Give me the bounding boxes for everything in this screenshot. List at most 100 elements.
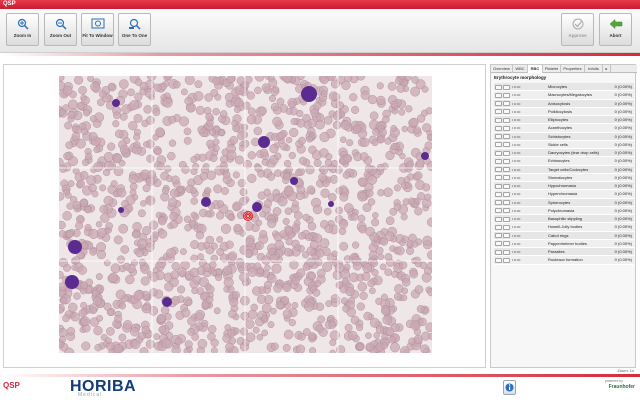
tab-properties[interactable]: Properties	[561, 65, 585, 73]
red-blood-cell	[288, 151, 296, 160]
increment-button[interactable]	[503, 175, 510, 181]
red-blood-cell	[357, 281, 367, 292]
morphology-name: Dacryocytes (tear drop cells)	[548, 150, 599, 155]
decrement-button[interactable]	[495, 233, 502, 238]
decrement-button[interactable]	[495, 158, 502, 164]
decrement-button[interactable]	[495, 224, 502, 230]
decrement-button[interactable]	[495, 208, 502, 214]
decrement-button[interactable]	[495, 216, 502, 222]
increment-button[interactable]	[503, 92, 510, 98]
blood-smear-image[interactable]	[59, 76, 432, 353]
grade-selector[interactable]: • •• •••	[512, 182, 521, 190]
red-blood-cell	[372, 212, 379, 219]
increment-button[interactable]	[503, 257, 510, 263]
increment-button[interactable]	[503, 183, 510, 189]
decrement-button[interactable]	[495, 257, 502, 263]
decrement-button[interactable]	[495, 183, 502, 189]
info-button[interactable]	[503, 380, 516, 395]
one-to-one-button[interactable]: One To One	[118, 13, 151, 46]
increment-button[interactable]	[503, 134, 510, 139]
grade-selector[interactable]: • •• •••	[512, 166, 521, 174]
grade-selector[interactable]: • •• •••	[512, 157, 521, 165]
tab-rbc[interactable]: RBC	[528, 65, 543, 73]
tab-infoits[interactable]: Infoits	[585, 65, 603, 73]
increment-button[interactable]	[503, 208, 510, 214]
decrement-button[interactable]	[495, 191, 502, 197]
increment-button[interactable]	[503, 117, 510, 123]
grade-selector[interactable]: • •• •••	[512, 190, 521, 198]
increment-button[interactable]	[503, 224, 510, 230]
grade-selector[interactable]: • •• •••	[512, 199, 521, 207]
increment-button[interactable]	[503, 249, 510, 255]
approve-button[interactable]: Approve	[561, 13, 594, 46]
increment-button[interactable]	[503, 125, 510, 131]
increment-button[interactable]	[503, 150, 510, 156]
increment-button[interactable]	[503, 191, 510, 197]
red-blood-cell	[340, 136, 347, 143]
grade-selector[interactable]: • •• •••	[512, 248, 521, 256]
grade-selector[interactable]: • •• •••	[512, 174, 521, 182]
decrement-button[interactable]	[495, 175, 502, 181]
decrement-button[interactable]	[495, 92, 502, 98]
decrement-button[interactable]	[495, 241, 502, 247]
list-item: • •• ••• Polychromasia 0 (0.00%)	[494, 206, 634, 215]
decrement-button[interactable]	[495, 249, 502, 255]
grade-selector[interactable]: • •• •••	[512, 215, 521, 223]
red-blood-cell	[390, 125, 398, 132]
morphology-name: Elliptocytes	[548, 117, 569, 122]
tab-scroll-right[interactable]: ▸	[603, 65, 611, 73]
red-blood-cell	[227, 213, 234, 221]
grade-selector[interactable]: • •• •••	[512, 223, 521, 231]
slide-viewer[interactable]	[3, 64, 486, 368]
grade-selector[interactable]: • •• •••	[512, 100, 521, 108]
decrement-button[interactable]	[495, 117, 502, 123]
increment-button[interactable]	[503, 200, 510, 205]
grade-selector[interactable]: • •• •••	[512, 232, 521, 240]
grade-selector[interactable]: • •• •••	[512, 141, 521, 149]
red-blood-cell	[225, 342, 235, 352]
grade-selector[interactable]: • •• •••	[512, 207, 521, 215]
grade-selector[interactable]: • •• •••	[512, 108, 521, 116]
increment-button[interactable]	[503, 216, 510, 222]
grade-selector[interactable]: • •• •••	[512, 256, 521, 264]
decrement-button[interactable]	[495, 150, 502, 156]
grade-selector[interactable]: • •• •••	[512, 116, 521, 124]
grade-selector[interactable]: • •• •••	[512, 124, 521, 132]
abort-button[interactable]: Abort	[599, 13, 632, 46]
fit-to-window-button[interactable]: Fit To Window	[81, 13, 114, 46]
grade-selector[interactable]: • •• •••	[512, 91, 521, 99]
tab-platelet[interactable]: Platelet	[543, 65, 561, 73]
decrement-button[interactable]	[495, 101, 502, 106]
increment-button[interactable]	[503, 233, 510, 238]
decrement-button[interactable]	[495, 167, 502, 172]
tab-overview[interactable]: Overview	[491, 65, 513, 73]
red-blood-cell	[424, 141, 432, 150]
increment-button[interactable]	[503, 158, 510, 164]
red-blood-cell	[367, 279, 376, 288]
increment-button[interactable]	[503, 167, 510, 172]
red-blood-cell	[202, 163, 210, 170]
decrement-button[interactable]	[495, 84, 502, 90]
decrement-button[interactable]	[495, 125, 502, 131]
zoom-in-button[interactable]: Zoom In	[6, 13, 39, 46]
grade-selector[interactable]: • •• •••	[512, 133, 521, 141]
morphology-name: Acanthocytes	[548, 125, 573, 131]
zoom-out-button[interactable]: Zoom Out	[44, 13, 77, 46]
red-blood-cell	[167, 197, 178, 208]
tab-wbc[interactable]: WBC	[513, 65, 528, 73]
decrement-button[interactable]	[495, 200, 502, 205]
grade-selector[interactable]: • •• •••	[512, 149, 521, 157]
increment-button[interactable]	[503, 101, 510, 106]
list-item: • •• ••• Basophilic stippling 0 (0.00%)	[494, 215, 634, 224]
grade-selector[interactable]: • •• •••	[512, 83, 521, 91]
increment-button[interactable]	[503, 84, 510, 90]
increment-button[interactable]	[503, 241, 510, 247]
decrement-button[interactable]	[495, 142, 502, 148]
increment-button[interactable]	[503, 142, 510, 148]
grade-selector[interactable]: • •• •••	[512, 240, 521, 248]
increment-button[interactable]	[503, 109, 510, 115]
red-blood-cell	[244, 319, 255, 329]
decrement-button[interactable]	[495, 134, 502, 139]
decrement-button[interactable]	[495, 109, 502, 115]
red-blood-cell	[122, 320, 133, 330]
